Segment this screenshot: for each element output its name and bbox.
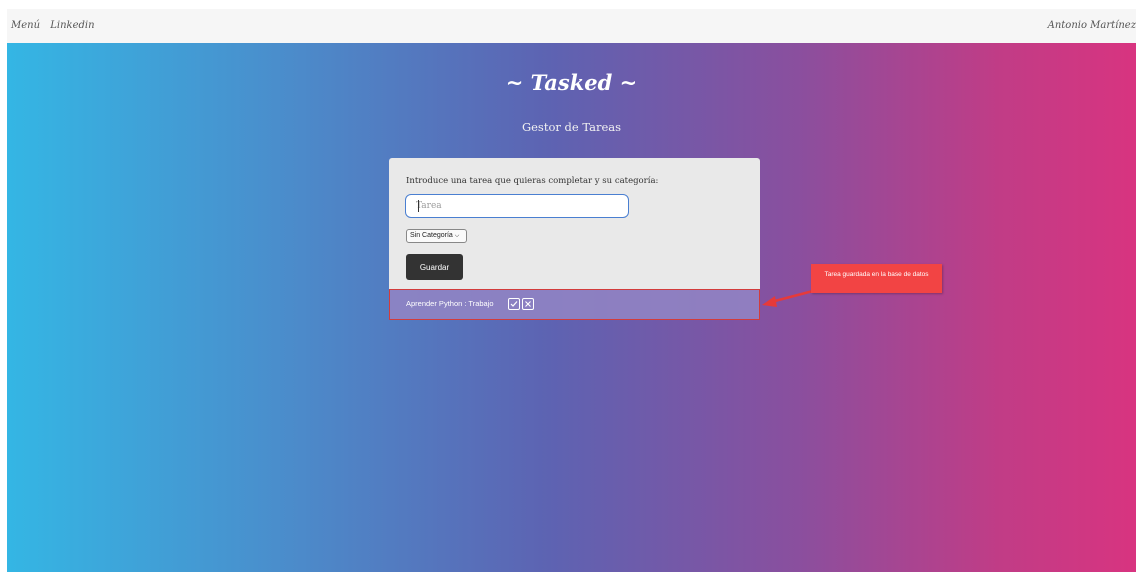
form-prompt: Introduce una tarea que quieras completa… [406, 176, 659, 186]
category-select-value: Sin Categoría [410, 232, 453, 239]
task-list-item: Aprender Python : Trabajo [389, 289, 760, 320]
annotation-callout: Tarea guardada en la base de datos [811, 264, 942, 293]
check-icon [510, 301, 518, 307]
app-subtitle: Gestor de Tareas [521, 120, 622, 134]
nav-link-linkedin[interactable]: Linkedin [50, 20, 94, 31]
category-select[interactable]: Sin Categoría ⌵ [406, 229, 467, 243]
task-input[interactable] [405, 194, 629, 218]
nav-links: Menú Linkedin [11, 20, 102, 31]
text-cursor [418, 200, 419, 212]
chevron-down-icon: ⌵ [454, 233, 460, 239]
app-title: ~ Tasked ~ [505, 70, 638, 95]
nav-link-menu[interactable]: Menú [11, 20, 40, 31]
task-text: Aprender Python : Trabajo [406, 299, 494, 308]
hero-section: ~ Tasked ~ Gestor de Tareas Introduce un… [7, 43, 1136, 572]
navbar: Menú Linkedin Antonio Martínez [7, 9, 1136, 44]
complete-task-button[interactable] [508, 298, 520, 310]
task-form-card: Introduce una tarea que quieras completa… [389, 158, 760, 289]
x-icon [525, 301, 531, 307]
delete-task-button[interactable] [522, 298, 534, 310]
user-name[interactable]: Antonio Martínez [1048, 20, 1136, 31]
save-button[interactable]: Guardar [406, 254, 463, 280]
app-window: Menú Linkedin Antonio Martínez ~ Tasked … [7, 9, 1136, 572]
